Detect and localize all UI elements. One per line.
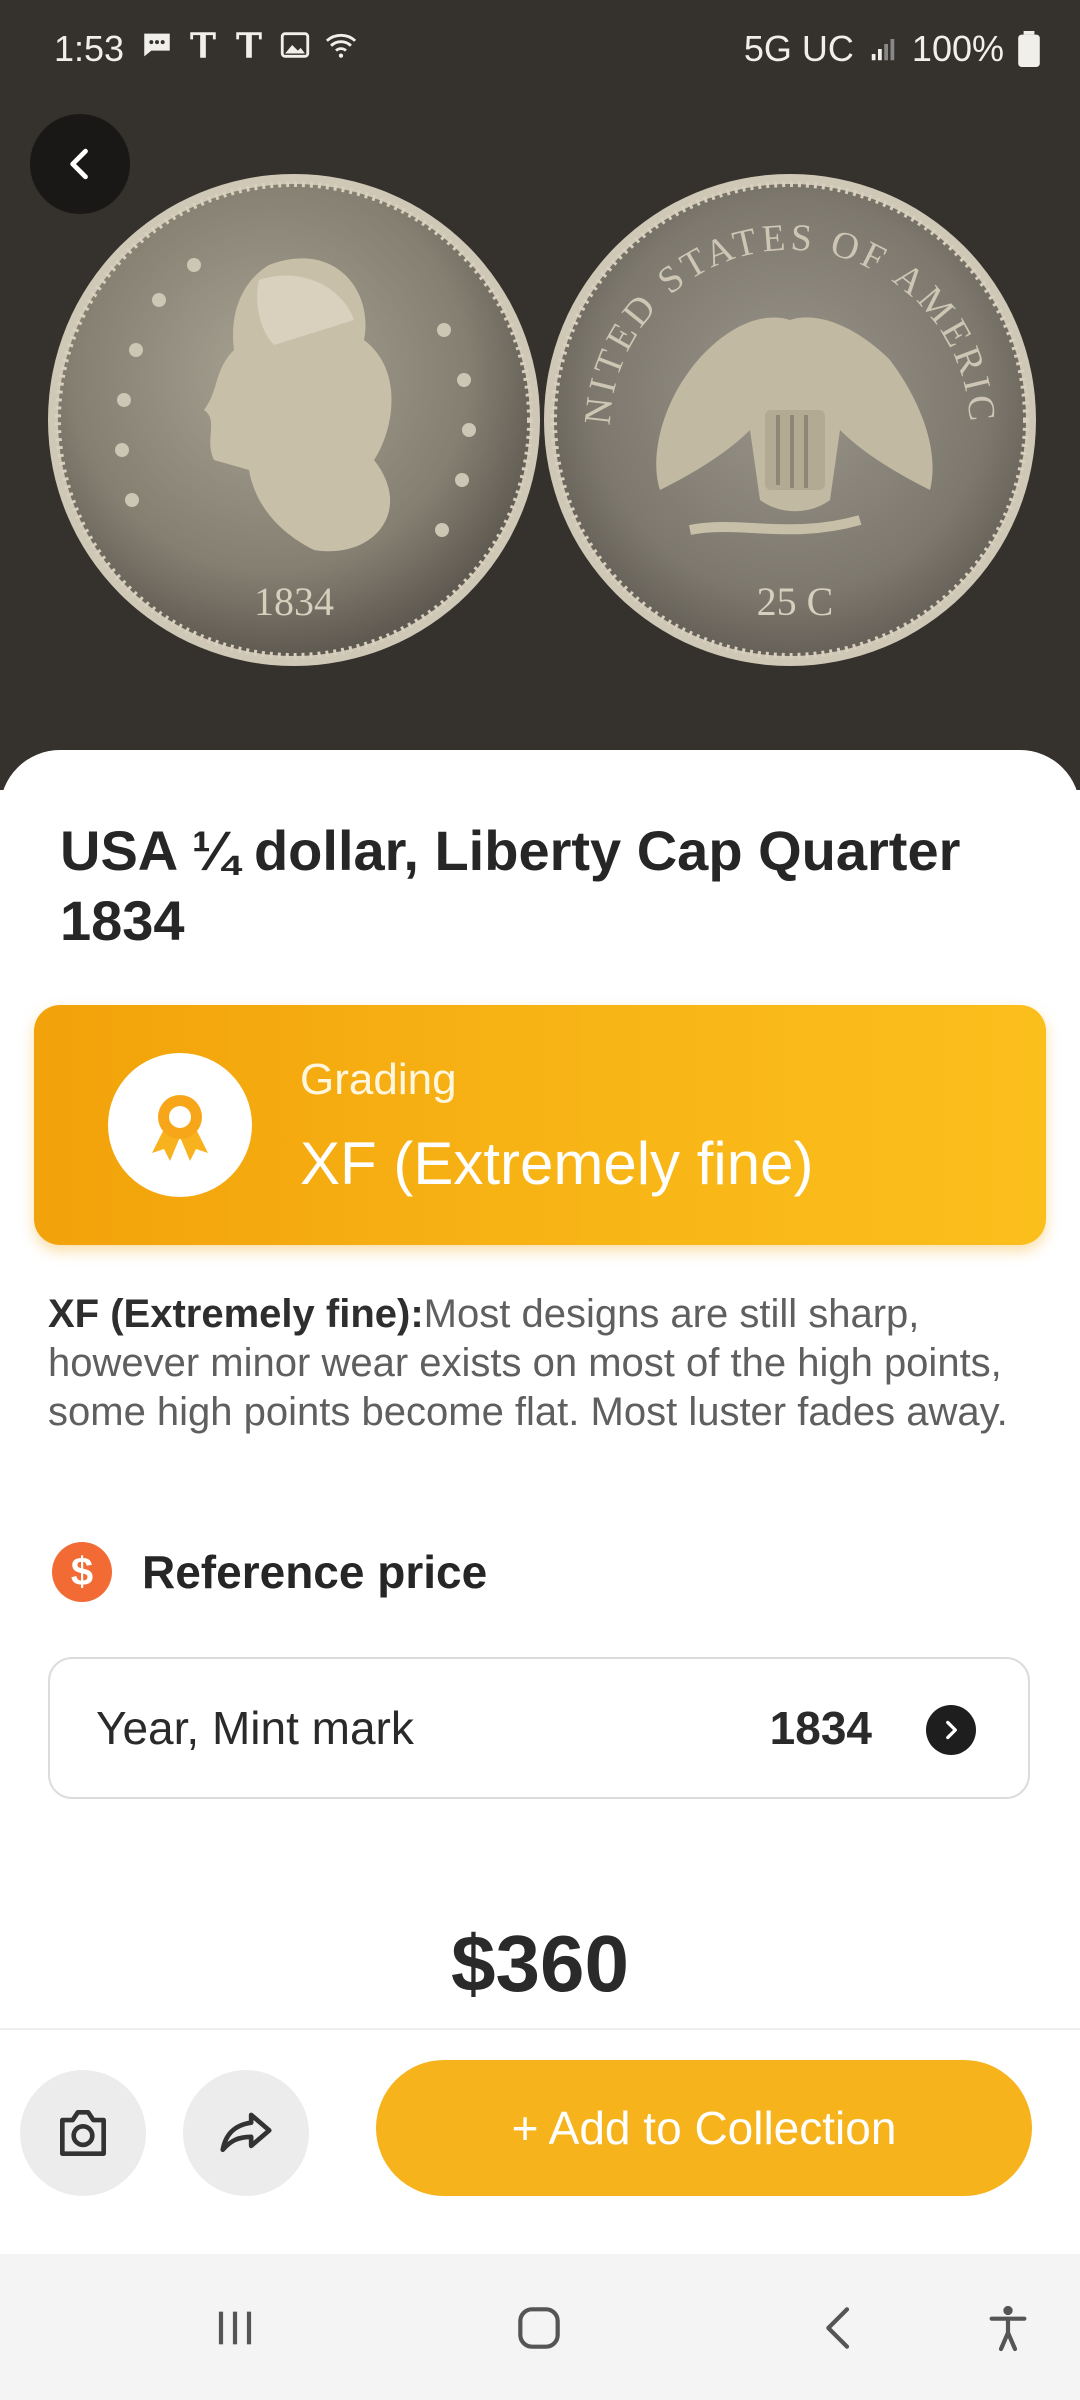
coin-obverse-image: 1834 xyxy=(48,174,540,666)
image-icon xyxy=(280,32,310,58)
recent-apps-button[interactable] xyxy=(205,2298,265,2358)
award-badge xyxy=(108,1053,252,1197)
carrier-t-icon xyxy=(236,32,262,58)
status-time: 1:53 xyxy=(54,28,125,69)
grading-card: Grading XF (Extremely fine) xyxy=(34,1005,1046,1245)
details-sheet xyxy=(0,750,1080,2250)
reference-price-header: $ Reference price xyxy=(52,1540,487,1604)
home-icon xyxy=(518,2307,560,2349)
share-icon xyxy=(220,2112,272,2153)
notification-icons xyxy=(140,28,358,62)
wifi-icon xyxy=(325,33,357,58)
coin-reverse-image: UNITED STATES OF AMERICA 25 C xyxy=(540,170,1036,666)
battery-label: 100% xyxy=(911,28,1004,69)
back-nav-icon xyxy=(826,2307,850,2349)
accessibility-button[interactable] xyxy=(978,2298,1038,2358)
camera-button[interactable] xyxy=(20,2070,146,2196)
coin-image-area: 1:53 5G UC 100% 1834 NITED STATES OF AME… xyxy=(0,0,1080,790)
dollar-icon: $ xyxy=(52,1542,112,1602)
signal-icon xyxy=(871,39,895,61)
year-mint-selector[interactable]: Year, Mint mark 1834 xyxy=(48,1657,1030,1799)
camera-icon xyxy=(60,2110,106,2156)
year-mint-label: Year, Mint mark xyxy=(96,1702,414,1754)
chevron-right-icon xyxy=(946,1720,957,1740)
award-icon xyxy=(152,1095,208,1161)
add-to-collection-button[interactable]: + Add to Collection xyxy=(376,2060,1032,2196)
reference-price-label: Reference price xyxy=(142,1546,488,1598)
reference-price-value: $360 xyxy=(451,1919,629,2008)
carrier-t-icon xyxy=(190,32,216,58)
bottom-action-bar: + Add to Collection xyxy=(0,2028,1080,2256)
nav-back-button[interactable] xyxy=(810,2298,870,2358)
grade-term: XF (Extremely fine): xyxy=(48,1292,424,1336)
status-bar: 1:53 5G UC 100% xyxy=(0,0,1080,100)
network-label: 5G UC xyxy=(743,28,854,69)
year-mint-value: 1834 xyxy=(769,1702,872,1754)
system-nav-bar xyxy=(0,2254,1080,2400)
coin-title: USA ¼ dollar, Liberty Cap Quarter 1834 xyxy=(60,819,961,952)
recent-apps-icon xyxy=(218,2311,252,2345)
chevron-right-button[interactable] xyxy=(926,1705,976,1755)
grading-label: Grading xyxy=(300,1055,457,1104)
share-button[interactable] xyxy=(183,2070,309,2196)
grading-value: XF (Extremely fine) xyxy=(300,1130,814,1197)
home-button[interactable] xyxy=(509,2298,569,2358)
grade-description: XF (Extremely fine):Most designs are sti… xyxy=(48,1290,1008,1437)
coin-value-text: 25 C xyxy=(757,579,834,624)
status-right: 5G UC 100% xyxy=(744,28,1040,70)
message-icon xyxy=(144,33,170,57)
battery-icon xyxy=(1018,31,1040,67)
accessibility-icon xyxy=(989,2305,1027,2352)
coin-year-text: 1834 xyxy=(254,579,334,624)
